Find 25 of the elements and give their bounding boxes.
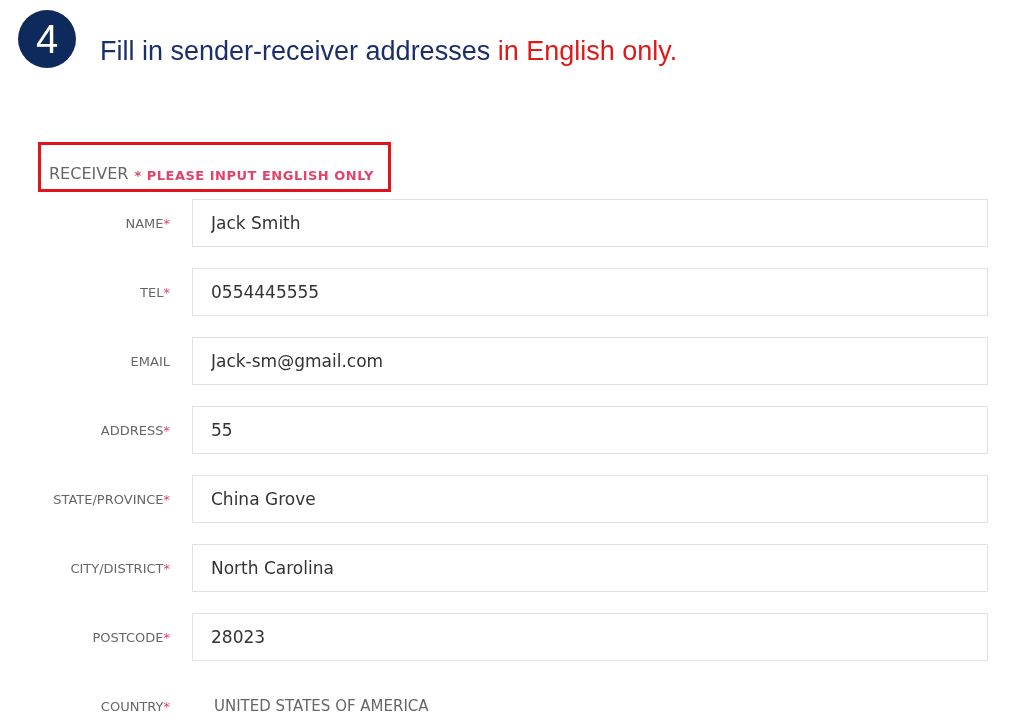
field-label: ADDRESS [100, 422, 164, 438]
required-mark: * [163, 698, 170, 714]
field-label: POSTCODE [92, 629, 164, 645]
input-field[interactable]: 0554445555 [192, 268, 988, 316]
required-mark: * [163, 629, 170, 645]
required-mark: * [163, 284, 170, 300]
input-field[interactable]: 55 [192, 406, 988, 454]
field-label: NAME [125, 215, 164, 231]
instruction-text: Fill in sender-receiver addresses in English only. [100, 36, 678, 67]
step-number: 4 [18, 10, 76, 68]
field-label: COUNTRY [100, 698, 164, 714]
input-field[interactable]: China Grove [192, 475, 988, 523]
section-note: * PLEASE INPUT ENGLISH ONLY [134, 168, 374, 183]
required-mark: * [163, 422, 170, 438]
section-title: RECEIVER [49, 164, 129, 183]
required-mark: * [163, 491, 170, 507]
field-label: TEL [140, 284, 164, 300]
input-field[interactable]: 28023 [192, 613, 988, 661]
field-label: CITY/DISTRICT [70, 560, 164, 576]
input-field[interactable]: North Carolina [192, 544, 988, 592]
field-value: UNITED STATES OF AMERICA [213, 697, 429, 715]
field-label: STATE/PROVINCE [53, 491, 164, 507]
required-mark: * [163, 215, 170, 231]
required-mark: * [163, 560, 170, 576]
field-label: EMAIL [130, 353, 170, 369]
